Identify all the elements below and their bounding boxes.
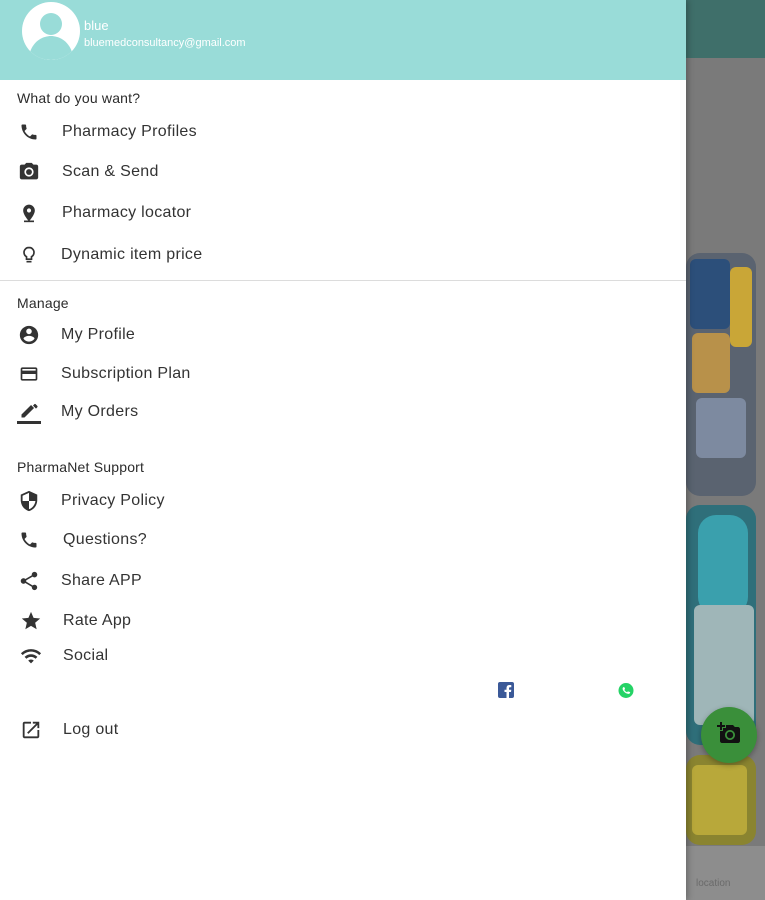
- product-card-yellow[interactable]: [686, 755, 756, 845]
- wifi-icon: [19, 644, 43, 668]
- section-title-support: PharmaNet Support: [17, 459, 145, 475]
- menu-item-label: My Profile: [61, 326, 136, 343]
- menu-item-label: Log out: [63, 721, 119, 738]
- menu-item-social[interactable]: Social: [0, 638, 686, 674]
- menu-item-subscription-plan[interactable]: Subscription Plan: [0, 356, 686, 392]
- edit-pencil-icon: [17, 400, 41, 424]
- menu-item-share-app[interactable]: Share APP: [0, 563, 686, 599]
- menu-item-my-profile[interactable]: My Profile: [0, 317, 686, 353]
- section-title-want: What do you want?: [17, 90, 141, 106]
- menu-item-rate-app[interactable]: Rate App: [0, 603, 686, 639]
- menu-item-pharmacy-locator[interactable]: Pharmacy locator: [0, 195, 686, 231]
- menu-item-label: Dynamic item price: [61, 246, 203, 263]
- menu-item-label: Privacy Policy: [61, 492, 165, 509]
- bottom-nav-location-label[interactable]: location: [696, 878, 730, 889]
- menu-item-label: Scan & Send: [62, 163, 159, 180]
- drawer-header: blue bluemedconsultancy@gmail.com: [0, 0, 686, 80]
- menu-item-label: Questions?: [63, 531, 147, 548]
- location-pin-icon: [17, 201, 41, 225]
- phone-icon: [17, 528, 41, 552]
- user-name: blue: [84, 18, 109, 33]
- navigation-drawer: blue bluemedconsultancy@gmail.com What d…: [0, 0, 686, 900]
- facebook-icon[interactable]: [498, 682, 514, 698]
- account-circle-icon: [17, 323, 41, 347]
- bottom-nav-bar: [686, 846, 765, 900]
- section-divider: [0, 280, 686, 281]
- whatsapp-icon[interactable]: [618, 682, 634, 698]
- shield-icon: [17, 489, 41, 513]
- menu-item-label: Subscription Plan: [61, 365, 191, 382]
- menu-item-label: Social: [63, 647, 109, 664]
- menu-item-label: My Orders: [61, 403, 139, 420]
- menu-item-pharmacy-profiles[interactable]: Pharmacy Profiles: [0, 114, 686, 150]
- open-external-icon: [19, 718, 43, 742]
- share-icon: [17, 569, 41, 593]
- menu-item-privacy-policy[interactable]: Privacy Policy: [0, 483, 686, 519]
- product-card-shampoo[interactable]: [686, 253, 756, 496]
- lightbulb-icon: [17, 243, 41, 267]
- star-icon: [19, 609, 43, 633]
- add-camera-icon: [717, 721, 741, 750]
- phone-icon: [17, 120, 41, 144]
- scan-fab-button[interactable]: [701, 707, 757, 763]
- menu-item-log-out[interactable]: Log out: [0, 712, 686, 748]
- user-email: bluemedconsultancy@gmail.com: [84, 37, 246, 49]
- menu-item-label: Pharmacy locator: [62, 204, 192, 221]
- menu-item-my-orders[interactable]: My Orders: [0, 394, 686, 430]
- menu-item-label: Share APP: [61, 572, 142, 589]
- menu-item-label: Pharmacy Profiles: [62, 123, 197, 140]
- menu-item-label: Rate App: [63, 612, 132, 629]
- avatar[interactable]: [22, 2, 80, 60]
- credit-card-icon: [17, 362, 41, 386]
- menu-item-scan-send[interactable]: Scan & Send: [0, 154, 686, 190]
- section-title-manage: Manage: [17, 295, 69, 311]
- menu-item-questions[interactable]: Questions?: [0, 522, 686, 558]
- camera-icon: [17, 160, 41, 184]
- menu-item-dynamic-item-price[interactable]: Dynamic item price: [0, 237, 686, 273]
